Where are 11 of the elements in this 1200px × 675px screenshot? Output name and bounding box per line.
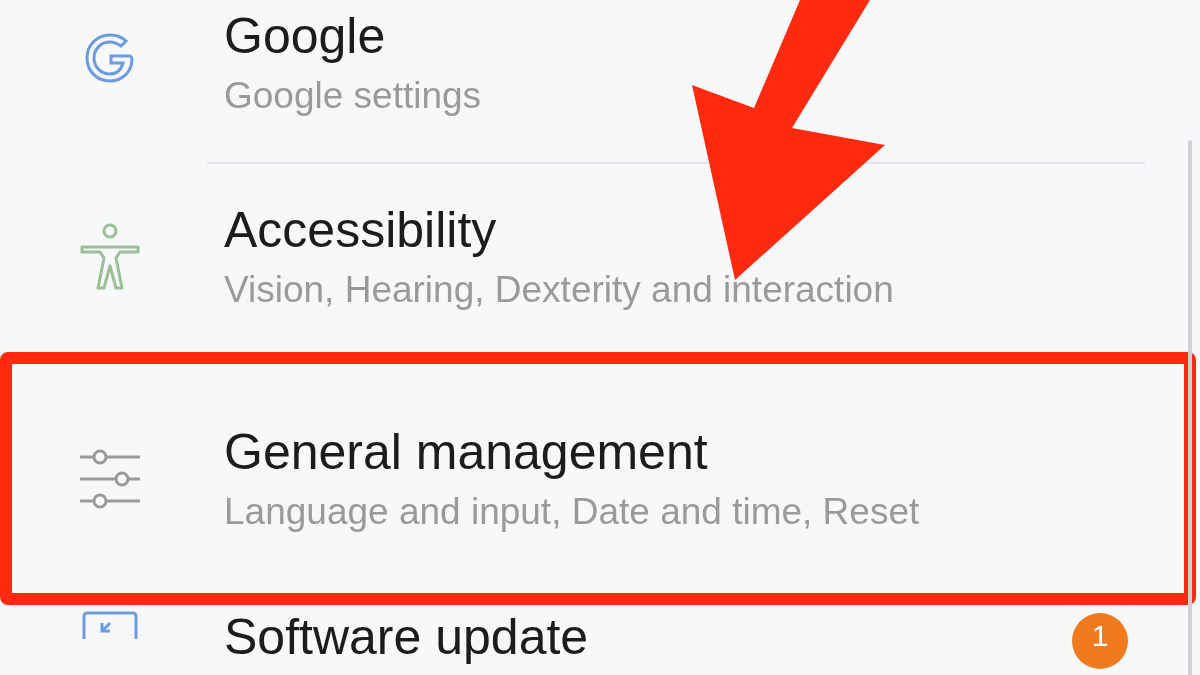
software-update-icon	[80, 609, 140, 639]
setting-title[interactable]: Accessibility	[224, 202, 894, 258]
setting-description: Language and input, Date and time, Reset	[224, 489, 920, 534]
sliders-icon	[78, 448, 142, 509]
setting-title[interactable]: General management	[224, 423, 920, 480]
accessibility-person-icon	[78, 221, 142, 293]
notification-badge: 1	[1072, 613, 1128, 669]
setting-description: Vision, Hearing, Dexterity and interaction	[224, 268, 894, 312]
setting-title[interactable]: Google	[224, 8, 482, 64]
setting-description: Google settings	[224, 74, 482, 118]
setting-title[interactable]: Software update	[224, 609, 589, 665]
